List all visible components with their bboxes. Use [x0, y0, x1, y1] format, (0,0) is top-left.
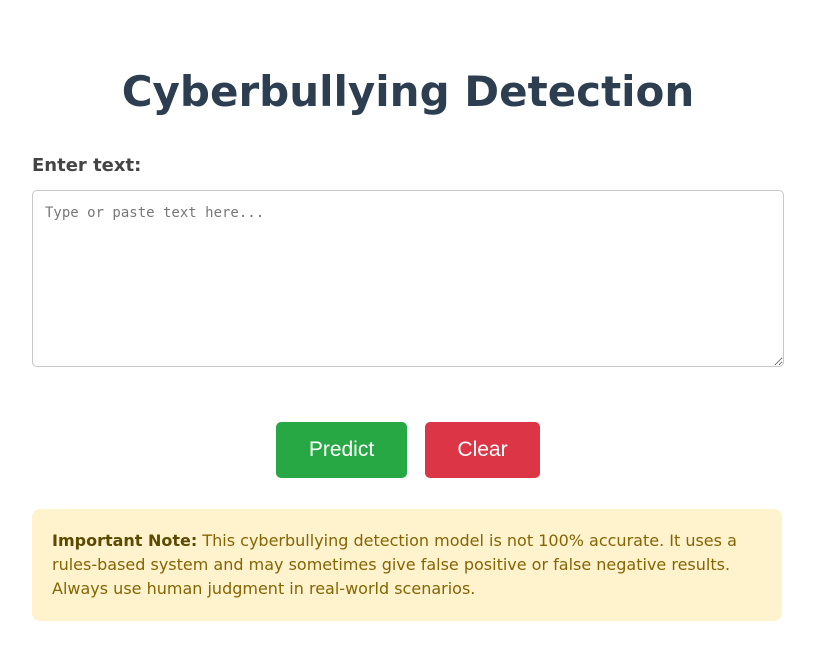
action-buttons: Predict Clear	[32, 422, 784, 478]
text-input-label: Enter text:	[32, 155, 142, 176]
text-input[interactable]	[32, 190, 784, 367]
predict-button[interactable]: Predict	[276, 422, 407, 478]
note-heading: Important Note:	[52, 531, 198, 550]
clear-button[interactable]: Clear	[425, 422, 540, 478]
important-note: Important Note: This cyberbullying detec…	[32, 509, 782, 621]
page-title: Cyberbullying Detection	[121, 67, 695, 116]
